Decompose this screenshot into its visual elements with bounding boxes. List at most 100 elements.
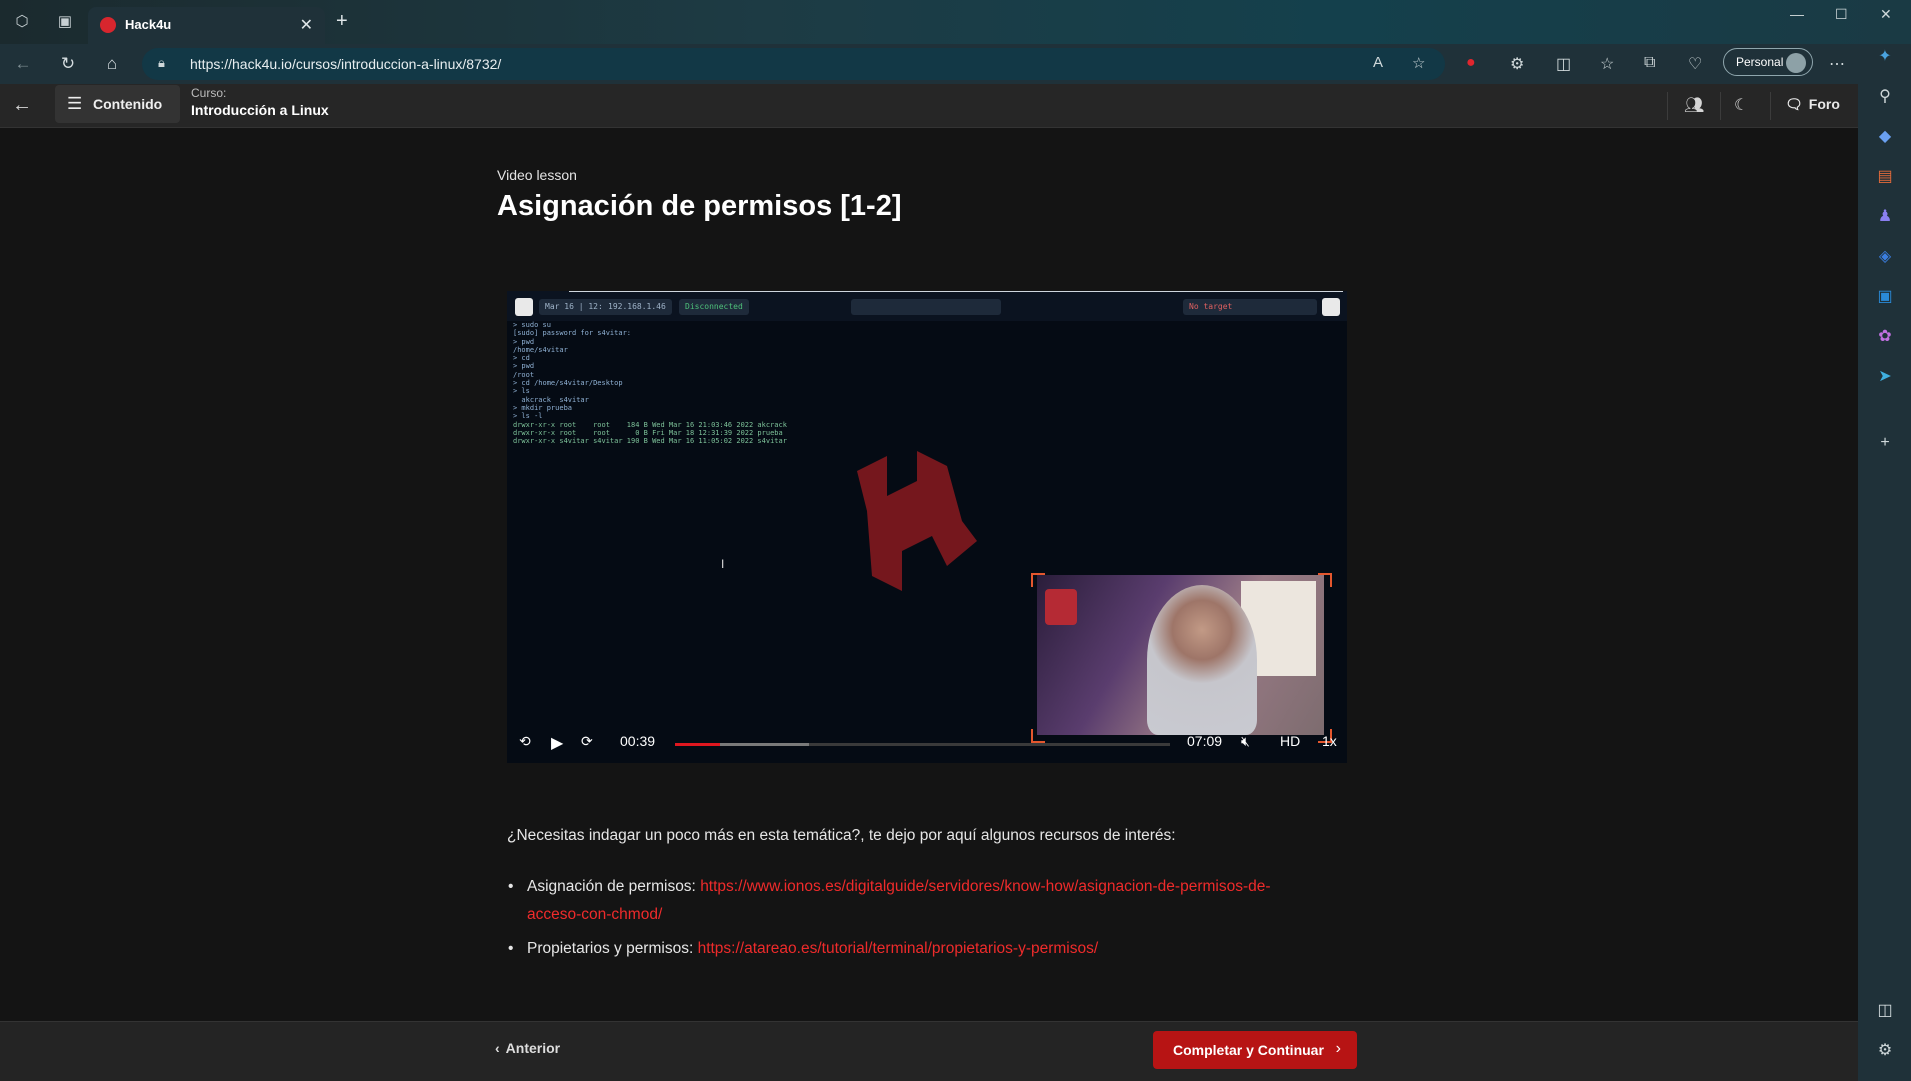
course-key-label: Curso: [191,86,227,100]
tab-actions-icon[interactable]: ▣ [55,12,75,32]
favorite-star-icon[interactable]: ☆ [1412,54,1425,72]
maximize-icon[interactable]: ☐ [1835,6,1848,23]
terminal-workspaces [851,299,1001,315]
community-icon[interactable]: 👥︎ [1684,95,1704,115]
terminal-line: [sudo] password for s4vitar: [513,329,632,338]
terminal-line: > ls -l [513,412,543,421]
terminal-line: akcrack s4vitar [513,395,589,404]
speed-button[interactable]: 1x [1322,733,1337,749]
collections-icon[interactable]: ⧉ [1644,54,1655,72]
resource-link-line2[interactable]: acceso-con-chmod/ [527,906,662,923]
browser-toolbar: ← ↻ ⌂ 🔒︎ https://hack4u.io/cursos/introd… [0,44,1911,84]
extensions-icon[interactable]: ⚙ [1510,54,1524,74]
current-time: 00:39 [620,733,656,749]
text-cursor-icon: I [721,557,725,571]
back-icon[interactable]: ← [12,53,34,75]
profile-button[interactable]: Personal [1723,48,1813,76]
terminal-output: > sudo su [sudo] password for s4vitar: > p… [513,321,787,445]
hack4u-favicon-icon [100,17,116,33]
extension-record-icon[interactable]: ● [1466,54,1476,72]
hooded-avatar-image [1045,589,1077,625]
workspaces-icon[interactable]: ⬡ [12,12,32,32]
video-controls: ⟲ ▶ ⟳ 00:39 07:09 🔇︎ HD 1x [507,721,1347,763]
minimize-icon[interactable]: — [1790,6,1804,22]
outlook-icon[interactable]: ▣ [1874,286,1896,308]
terminal-menu-icon [515,298,533,316]
hide-sidebar-icon[interactable]: ◫ [1874,1000,1896,1022]
copilot-icon[interactable]: ✦ [1874,46,1896,68]
url-text[interactable]: https://hack4u.io/cursos/introduccion-a-… [190,56,501,72]
terminal-line: /root [513,370,535,379]
shopping-tag-icon[interactable]: ◆ [1874,126,1896,148]
terminal-vpn-status: Disconnected [679,299,749,315]
lesson-title: Asignación de permisos [1-2] [497,190,902,222]
tab-title: Hack4u [125,17,172,32]
search-icon[interactable]: ⚲ [1874,86,1896,108]
video-player[interactable]: Mar 16 | 12:31 192.168.1.46 Disconnected… [507,291,1347,763]
contents-menu-button[interactable]: ☰ Contenido [55,85,180,123]
progress-slider[interactable] [675,743,1170,746]
resource-link-line1[interactable]: https://www.ionos.es/digitalguide/servid… [700,878,1270,895]
contents-menu-label: Contenido [93,96,163,112]
terminal-line: /home/s4vitar [513,345,568,354]
lock-icon[interactable]: 🔒︎ [158,55,165,71]
designer-icon[interactable]: ✿ [1874,326,1896,348]
hack4u-logo-watermark [857,451,977,591]
terminal-ip: 192.168.1.46 [602,299,672,315]
drop-icon[interactable]: ➤ [1874,366,1896,388]
profile-label: Personal [1736,55,1784,69]
back-arrow-icon[interactable]: ← [12,94,32,117]
frame-corner [1031,573,1045,587]
tools-icon[interactable]: ▤ [1874,166,1896,188]
terminal-line: > mkdir prueba [513,403,573,412]
mute-icon[interactable]: 🔇︎ [1241,733,1250,750]
previous-label: Anterior [505,1040,561,1056]
quality-button[interactable]: HD [1280,733,1300,749]
microsoft365-icon[interactable]: ◈ [1874,246,1896,268]
refresh-icon[interactable]: ↻ [57,53,79,75]
more-options-icon[interactable]: ⋯ [1829,54,1845,74]
video-top-line [569,291,1343,292]
terminal-topbar: Mar 16 | 12:31 192.168.1.46 Disconnected… [507,291,1347,321]
close-window-icon[interactable]: ✕ [1880,6,1892,23]
resources-intro: ¿Necesitas indagar un poco más en esta t… [507,827,1176,844]
play-icon[interactable]: ▶ [551,733,563,753]
forum-label: Foro [1808,96,1840,112]
duration: 07:09 [1187,733,1223,749]
terminal-line: > pwd [513,337,535,346]
resource-item: Propietarios y permisos: https://atareao… [508,935,1099,963]
terminal-line: drwxr-xr-x root root 184 B Wed Mar 16 21… [513,420,787,429]
complete-continue-button[interactable]: Completar y Continuar › [1153,1031,1357,1069]
rewind-10-icon[interactable]: ⟲ [519,733,531,750]
chevron-right-icon: › [1335,1040,1341,1057]
games-icon[interactable]: ♟ [1874,206,1896,228]
new-tab-icon[interactable]: + [336,10,348,33]
split-screen-icon[interactable]: ◫ [1556,54,1571,74]
favorites-icon[interactable]: ☆ [1600,54,1614,74]
terminal-line: drwxr-xr-x root root 0 B Fri Mar 18 12:3… [513,428,783,437]
add-sidebar-app-icon[interactable]: + [1874,432,1896,454]
header-divider [1667,92,1668,120]
address-bar[interactable]: 🔒︎ https://hack4u.io/cursos/introduccion… [142,48,1445,80]
forward-10-icon[interactable]: ⟳ [581,733,593,750]
read-aloud-icon[interactable]: A [1373,54,1383,71]
close-tab-icon[interactable]: ✕ [300,15,313,35]
forum-button[interactable]: 🗨︎ Foro [1785,96,1840,113]
resource-label: Propietarios y permisos: [527,940,694,957]
terminal-line: > sudo su [513,321,551,329]
previous-button[interactable]: ‹ Anterior [495,1040,560,1056]
chat-bubbles-icon: 🗨︎ [1785,96,1803,112]
frame-corner [1318,573,1332,587]
resource-link[interactable]: https://atareao.es/tutorial/terminal/pro… [698,940,1099,957]
browser-essentials-icon[interactable]: ♡ [1688,54,1702,74]
dark-mode-moon-icon[interactable]: ☾ [1734,95,1748,115]
terminal-line: > cd [513,354,530,363]
browser-tab-active[interactable]: Hack4u ✕ [88,7,325,44]
home-icon[interactable]: ⌂ [101,53,123,75]
profile-avatar [1786,53,1806,73]
hamburger-icon: ☰ [67,94,83,113]
resource-item: Asignación de permisos: https://www.iono… [508,873,1271,929]
resource-label: Asignación de permisos: [527,878,696,895]
terminal-line: drwxr-xr-x s4vitar s4vitar 190 B Wed Mar… [513,437,787,446]
sidebar-settings-icon[interactable]: ⚙ [1874,1040,1896,1062]
